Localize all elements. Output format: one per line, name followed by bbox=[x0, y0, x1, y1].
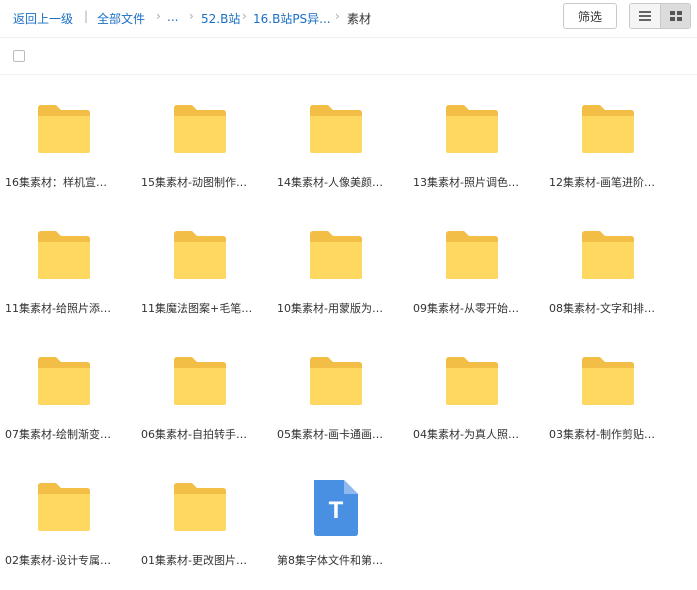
folder-icon bbox=[310, 231, 362, 279]
folder-item[interactable]: 03集素材-制作剪贴… bbox=[549, 350, 675, 464]
breadcrumb-separator: | bbox=[84, 9, 89, 23]
folder-item[interactable]: 10集素材-用蒙版为… bbox=[277, 224, 403, 338]
folder-icon bbox=[38, 483, 90, 531]
breadcrumb-level1[interactable]: 52.B站 bbox=[201, 10, 240, 27]
breadcrumb-ellipsis[interactable]: ... bbox=[167, 10, 178, 24]
folder-icon bbox=[582, 357, 634, 405]
breadcrumb-current: 素材 bbox=[347, 12, 372, 26]
folder-icon-wrap bbox=[444, 102, 500, 158]
view-toggle bbox=[629, 3, 691, 29]
text-file-icon: T bbox=[314, 480, 358, 536]
file-name-label: 12集素材-画笔进阶… bbox=[549, 176, 655, 189]
folder-icon-wrap bbox=[36, 228, 92, 284]
breadcrumb-chevron-icon: › bbox=[156, 9, 161, 23]
folder-icon bbox=[174, 357, 226, 405]
breadcrumb-chevron-icon: › bbox=[335, 9, 340, 23]
breadcrumb-chevron-icon: › bbox=[189, 9, 194, 23]
folder-icon-wrap bbox=[444, 354, 500, 410]
folder-icon-wrap bbox=[580, 354, 636, 410]
file-name-label: 08集素材-文字和排… bbox=[549, 302, 655, 315]
folder-icon bbox=[446, 357, 498, 405]
file-name-label: 14集素材-人像美颜… bbox=[277, 176, 383, 189]
filter-button[interactable]: 筛选 bbox=[563, 3, 617, 29]
folder-icon-wrap bbox=[580, 228, 636, 284]
file-name-label: 11集魔法图案+毛笔… bbox=[141, 302, 253, 315]
file-name-label: 09集素材-从零开始… bbox=[413, 302, 519, 315]
folder-icon bbox=[174, 105, 226, 153]
folder-item[interactable]: 01集素材-更改图片… bbox=[141, 476, 267, 590]
file-name-label: 02集素材-设计专属… bbox=[5, 554, 111, 567]
breadcrumb-level2[interactable]: 16.B站PS异... bbox=[253, 10, 331, 27]
folder-icon bbox=[310, 105, 362, 153]
folder-item[interactable]: 13集素材-照片调色… bbox=[413, 98, 539, 212]
file-item[interactable]: T 第8集字体文件和第… bbox=[277, 476, 403, 590]
grid-icon bbox=[670, 11, 682, 21]
folder-item[interactable]: 02集素材-设计专属… bbox=[5, 476, 131, 590]
folder-icon bbox=[446, 105, 498, 153]
folder-item[interactable]: 05集素材-画卡通画… bbox=[277, 350, 403, 464]
file-name-label: 第8集字体文件和第… bbox=[277, 554, 383, 567]
folder-item[interactable]: 14集素材-人像美颜… bbox=[277, 98, 403, 212]
folder-item[interactable]: 15集素材-动图制作… bbox=[141, 98, 267, 212]
folder-item[interactable]: 08集素材-文字和排… bbox=[549, 224, 675, 338]
breadcrumb-chevron-icon: › bbox=[242, 9, 247, 23]
folder-icon bbox=[38, 105, 90, 153]
folder-icon-wrap bbox=[36, 480, 92, 536]
folder-icon-wrap bbox=[444, 228, 500, 284]
file-name-label: 15集素材-动图制作… bbox=[141, 176, 247, 189]
folder-icon bbox=[582, 231, 634, 279]
file-name-label: 13集素材-照片调色… bbox=[413, 176, 519, 189]
folder-item[interactable]: 07集素材-绘制渐变… bbox=[5, 350, 131, 464]
breadcrumb-all-files[interactable]: 全部文件 bbox=[97, 10, 145, 27]
folder-icon bbox=[582, 105, 634, 153]
folder-icon bbox=[174, 231, 226, 279]
select-all-checkbox[interactable] bbox=[13, 50, 25, 62]
file-name-label: 06集素材-自拍转手… bbox=[141, 428, 247, 441]
toolbar: 返回上一级 | 全部文件 › ... › 52.B站 › 16.B站PS异...… bbox=[0, 0, 697, 36]
folder-item[interactable]: 11集魔法图案+毛笔… bbox=[141, 224, 267, 338]
folder-icon bbox=[174, 483, 226, 531]
file-name-label: 11集素材-给照片添… bbox=[5, 302, 111, 315]
grid-view-button[interactable] bbox=[661, 4, 690, 28]
file-name-label: 03集素材-制作剪贴… bbox=[549, 428, 655, 441]
folder-icon-wrap bbox=[308, 228, 364, 284]
folder-item[interactable]: 04集素材-为真人照… bbox=[413, 350, 539, 464]
folder-icon-wrap bbox=[172, 102, 228, 158]
folder-item[interactable]: 09集素材-从零开始… bbox=[413, 224, 539, 338]
folder-icon bbox=[38, 357, 90, 405]
folder-item[interactable]: 16集素材：样机宣… bbox=[5, 98, 131, 212]
folder-icon bbox=[446, 231, 498, 279]
folder-icon-wrap bbox=[36, 102, 92, 158]
folder-icon-wrap bbox=[308, 102, 364, 158]
folder-item[interactable]: 06集素材-自拍转手… bbox=[141, 350, 267, 464]
list-icon bbox=[639, 11, 651, 21]
folder-item[interactable]: 12集素材-画笔进阶… bbox=[549, 98, 675, 212]
folder-icon-wrap bbox=[580, 102, 636, 158]
header-divider bbox=[0, 74, 697, 75]
folder-icon-wrap bbox=[308, 354, 364, 410]
folder-icon-wrap bbox=[172, 354, 228, 410]
folder-icon bbox=[310, 357, 362, 405]
list-view-button[interactable] bbox=[630, 4, 661, 28]
folder-icon-wrap bbox=[36, 354, 92, 410]
toolbar-divider bbox=[0, 37, 697, 38]
file-type-badge: T bbox=[329, 497, 344, 524]
text-file-icon-wrap: T bbox=[308, 480, 364, 536]
folder-icon-wrap bbox=[172, 228, 228, 284]
folder-icon bbox=[38, 231, 90, 279]
back-link[interactable]: 返回上一级 bbox=[13, 10, 73, 27]
file-name-label: 04集素材-为真人照… bbox=[413, 428, 519, 441]
folder-icon-wrap bbox=[172, 480, 228, 536]
file-name-label: 01集素材-更改图片… bbox=[141, 554, 247, 567]
file-name-label: 10集素材-用蒙版为… bbox=[277, 302, 383, 315]
file-name-label: 07集素材-绘制渐变… bbox=[5, 428, 111, 441]
folder-item[interactable]: 11集素材-给照片添… bbox=[5, 224, 131, 338]
file-name-label: 16集素材：样机宣… bbox=[5, 176, 107, 189]
file-name-label: 05集素材-画卡通画… bbox=[277, 428, 383, 441]
